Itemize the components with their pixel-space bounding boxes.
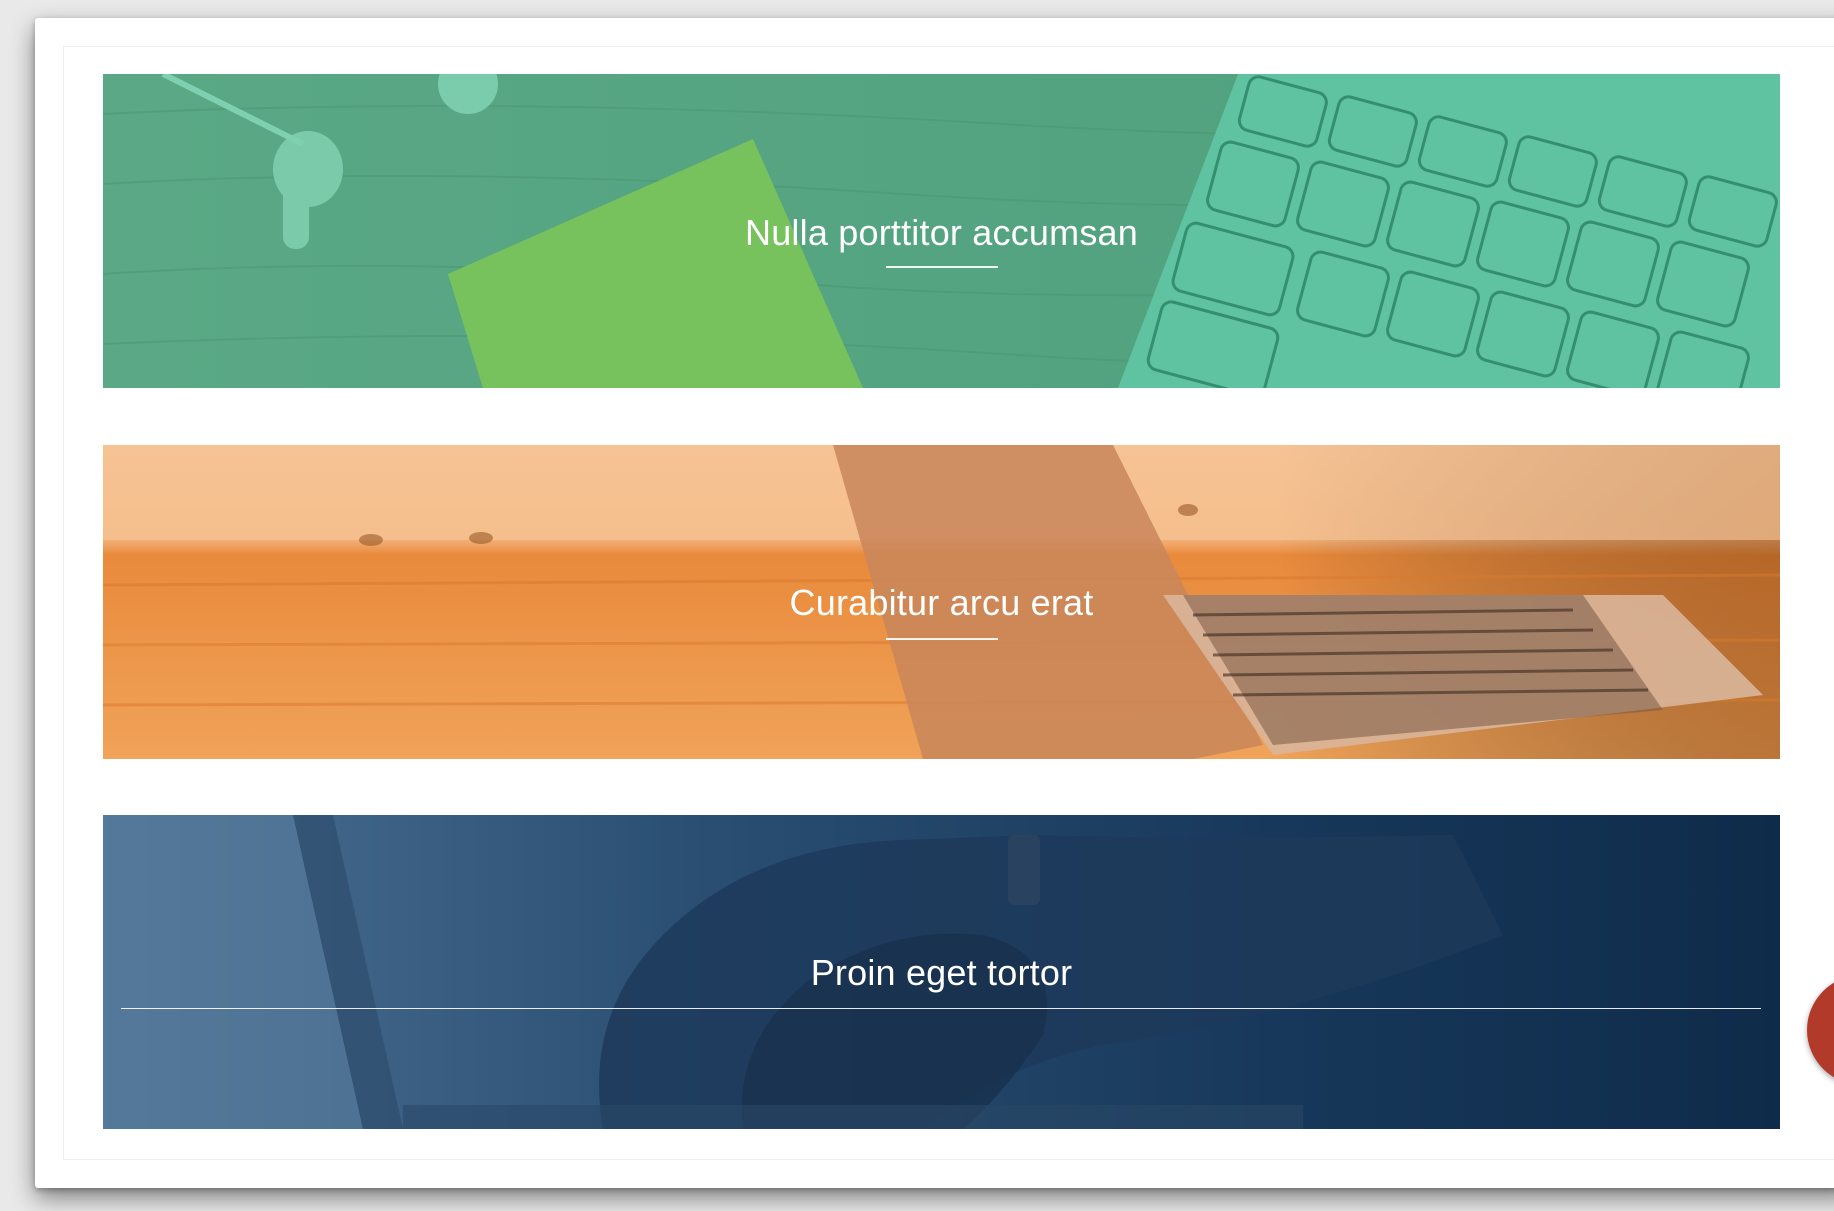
banner-title-underline [886, 266, 998, 268]
banner-card-1[interactable]: Nulla porttitor accumsan [103, 74, 1780, 388]
banner-title: Proin eget tortor [810, 952, 1073, 993]
banner-title: Curabitur arcu erat [789, 582, 1094, 623]
banner-title-underline [121, 1008, 1761, 1009]
banner-title-underline [886, 638, 998, 640]
page-window: Nulla porttitor accumsan Curabitur arcu … [35, 18, 1834, 1188]
banner-card-3[interactable]: Proin eget tortor [103, 815, 1780, 1129]
banner-title: Nulla porttitor accumsan [745, 212, 1138, 253]
banner-card-2[interactable]: Curabitur arcu erat [103, 445, 1780, 759]
